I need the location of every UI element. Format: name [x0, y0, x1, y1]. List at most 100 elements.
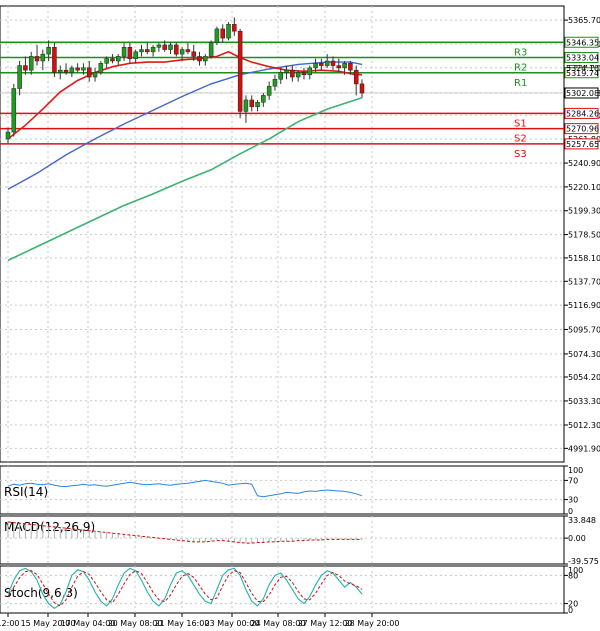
candle-body — [127, 46, 133, 59]
y-tick-label: 5033.30 — [568, 397, 600, 406]
candle-body — [46, 46, 51, 55]
candle-body — [75, 67, 80, 71]
y-tick-label: 0.00 — [568, 534, 586, 543]
rsi-label: RSI(14) — [4, 485, 48, 499]
y-tick-label: 5116.90 — [568, 301, 600, 310]
candle-body — [359, 83, 365, 94]
candle-body — [63, 69, 69, 73]
candle-body — [69, 67, 75, 73]
candle-body — [40, 53, 46, 62]
candle-body — [330, 60, 336, 66]
candle-body — [145, 49, 150, 53]
candle-body — [232, 24, 237, 32]
candle-body — [150, 46, 156, 53]
y-tick-label: 5137.70 — [568, 277, 600, 286]
candle-body — [174, 44, 179, 55]
candle-body — [28, 56, 34, 71]
candle-body — [168, 44, 173, 50]
level-price-label: 5257.65 — [566, 140, 599, 149]
candle-body — [104, 58, 109, 64]
candle-body — [133, 51, 138, 59]
candle-body — [98, 63, 104, 73]
level-label-s2: S2 — [514, 134, 527, 145]
candle-body — [295, 72, 301, 78]
candle-body — [226, 24, 231, 39]
candle-body — [278, 72, 284, 80]
candle-body — [203, 56, 208, 62]
candle-body — [261, 95, 266, 103]
panel-frame — [0, 465, 565, 515]
candle-body — [324, 60, 330, 66]
y-tick-label: 33.848 — [568, 516, 596, 525]
x-tick-label: 12:00 — [0, 619, 20, 628]
y-tick-label: 5365.70 — [568, 16, 600, 25]
candle-body — [86, 67, 92, 78]
candle-body — [342, 63, 347, 69]
candle-body — [191, 51, 196, 57]
y-tick-label: 0 — [568, 507, 573, 516]
level-price-label: 5270.96 — [566, 125, 599, 134]
level-label-r2: R2 — [514, 63, 527, 74]
level-label-r3: R3 — [514, 47, 527, 58]
y-tick-label: -39.575 — [568, 557, 599, 566]
level-label-s3: S3 — [514, 149, 527, 160]
y-tick-label: 5240.90 — [568, 159, 600, 168]
y-tick-label: 5095.70 — [568, 325, 600, 334]
last-price-label: 5302.08 — [566, 89, 599, 98]
candle-body — [208, 42, 214, 57]
candle-body — [17, 65, 22, 89]
level-label-s1: S1 — [514, 118, 527, 129]
y-tick-label: 5220.10 — [568, 183, 600, 192]
chart-canvas: R3R2R1S1S2S3 RSI(14) MACD(12,26,9) Stoch… — [0, 5, 600, 628]
candle-body — [185, 49, 191, 53]
level-label-r1: R1 — [514, 78, 527, 89]
candle-body — [243, 99, 249, 112]
y-tick-label: 5178.50 — [568, 231, 600, 240]
candle-body — [139, 49, 144, 53]
y-tick-label: 5074.30 — [568, 350, 600, 359]
candle-body — [197, 56, 202, 62]
candle-body — [156, 44, 162, 48]
candle-body — [214, 28, 220, 43]
candle-body — [307, 67, 313, 75]
y-tick-label: 5054.20 — [568, 373, 600, 382]
candle-body — [249, 99, 254, 108]
candle-body — [34, 56, 40, 62]
y-tick-label: 30 — [568, 496, 578, 505]
candle-body — [110, 58, 115, 62]
macd-label: MACD(12,26,9) — [4, 520, 95, 534]
y-tick-label: 5199.30 — [568, 207, 600, 216]
candle-body — [255, 101, 260, 108]
x-tick-label: 28 May 20:00 — [345, 619, 400, 628]
candle-body — [266, 85, 272, 96]
candle-body — [290, 69, 295, 78]
y-tick-label: 70 — [568, 476, 578, 485]
candle-body — [272, 79, 278, 87]
candle-body — [57, 69, 63, 73]
candle-body — [179, 49, 185, 55]
candle-body — [220, 28, 225, 39]
candle-body — [116, 56, 121, 62]
candle-body — [121, 46, 127, 57]
candle-body — [336, 65, 342, 69]
level-price-label: 5333.04 — [566, 54, 599, 63]
level-price-label: 5284.26 — [566, 109, 599, 118]
level-price-label: 5346.35 — [566, 38, 599, 47]
candle-body — [284, 69, 289, 73]
candle-body — [348, 63, 353, 71]
y-tick-label: 100 — [568, 466, 583, 475]
candle-body — [353, 69, 359, 85]
candle-body — [319, 63, 324, 66]
candle-body — [11, 88, 17, 133]
y-tick-label: 5158.10 — [568, 254, 600, 263]
y-tick-label: 5012.30 — [568, 421, 600, 430]
candle-body — [52, 46, 57, 73]
candle-body — [23, 65, 28, 71]
candle-body — [92, 72, 98, 78]
candle-body — [301, 72, 307, 75]
candle-body — [237, 30, 243, 112]
y-tick-label: 80 — [568, 571, 578, 580]
x-tick-label: 21 May 16:00 — [155, 619, 210, 628]
candle-body — [313, 63, 318, 69]
y-tick-label: 4991.90 — [568, 444, 600, 453]
